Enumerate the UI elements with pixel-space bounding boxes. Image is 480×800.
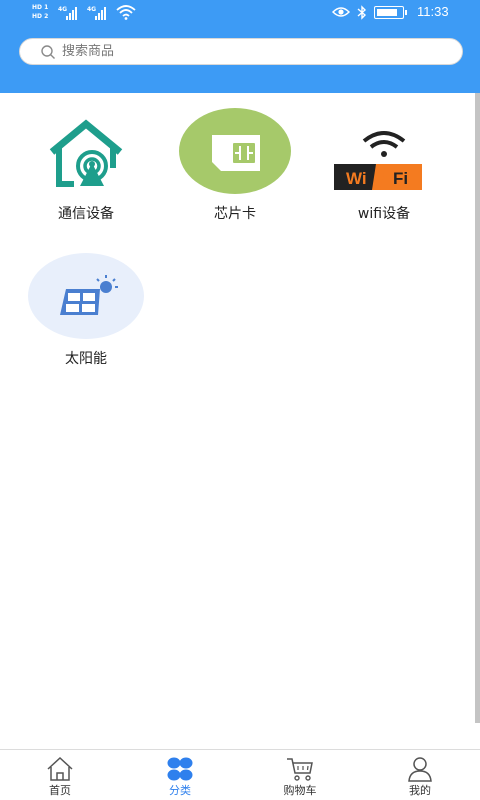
solar-panel-icon [28, 253, 144, 339]
category-label: 太阳能 [65, 351, 107, 367]
home-antenna-icon [49, 119, 123, 187]
search-icon [41, 45, 55, 59]
tab-home[interactable]: 首页 [0, 750, 120, 800]
sim-card-icon [179, 108, 291, 194]
signal-net-label: 4G [87, 6, 97, 13]
category-screen: HD 1 HD 2 4G 4G 11:33 搜索商品 通信设备 芯片卡 Wi F… [0, 0, 480, 800]
app-header: HD 1 HD 2 4G 4G 11:33 搜索商品 [0, 0, 480, 93]
category-item-sim-card[interactable]: 芯片卡 [157, 93, 307, 222]
bluetooth-icon [357, 5, 367, 20]
battery-icon [374, 6, 407, 19]
tab-mine[interactable]: 我的 [360, 750, 480, 800]
tab-label: 分类 [169, 784, 191, 797]
status-left: HD 1 HD 2 4G 4G [32, 3, 142, 23]
tab-label: 首页 [49, 784, 71, 797]
cart-icon [287, 758, 313, 781]
tab-label: 我的 [409, 784, 431, 797]
bottom-tab-bar: 首页 分类 购物车 我的 [0, 749, 480, 800]
wifi-sign-icon: Wi Fi [334, 131, 422, 190]
category-label: 芯片卡 [214, 206, 256, 222]
hd1-badge: HD 1 [32, 4, 49, 11]
hd-indicators: HD 1 HD 2 [32, 3, 54, 23]
signal-icon: 4G [87, 6, 111, 20]
signal-net-label: 4G [58, 6, 68, 13]
category-item-solar[interactable]: 太阳能 [8, 238, 158, 367]
home-icon [47, 756, 73, 781]
status-right: 11:33 [330, 0, 480, 26]
tab-cart[interactable]: 购物车 [240, 750, 360, 800]
status-time: 11:33 [417, 4, 449, 19]
battery-fill [377, 9, 397, 16]
category-item-wifi[interactable]: Wi Fi wifi设备 [306, 93, 456, 222]
search-bar[interactable] [19, 38, 463, 65]
category-icon [167, 757, 193, 781]
tab-category[interactable]: 分类 [120, 750, 240, 800]
search-input[interactable] [62, 39, 442, 64]
hd2-badge: HD 2 [32, 13, 49, 20]
signal-icon: 4G [58, 6, 82, 20]
eye-icon [332, 7, 350, 17]
user-icon [408, 757, 432, 782]
wifi-status-icon [116, 5, 136, 20]
category-label: wifi设备 [357, 206, 411, 222]
category-label: 通信设备 [58, 206, 114, 222]
tab-label: 购物车 [283, 784, 317, 797]
wifi-text-right: Fi [393, 169, 408, 188]
category-item-communication[interactable]: 通信设备 [8, 93, 158, 222]
scrollbar[interactable] [475, 93, 480, 723]
wifi-text-left: Wi [346, 169, 367, 188]
status-bar: HD 1 HD 2 4G 4G 11:33 [0, 0, 480, 26]
